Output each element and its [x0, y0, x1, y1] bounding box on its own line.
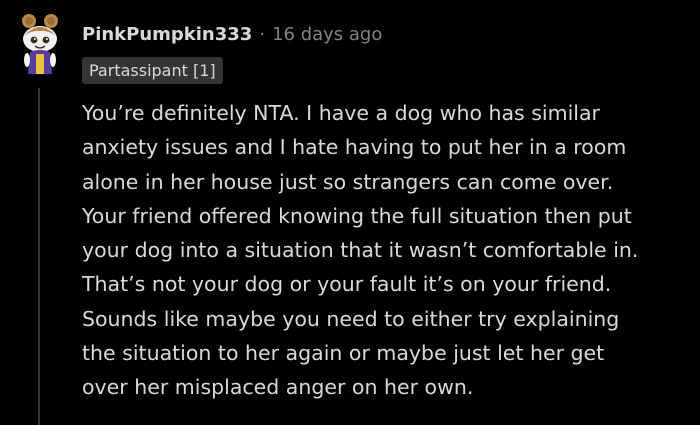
- thread-collapse-line[interactable]: [38, 88, 40, 425]
- comment-header: PinkPumpkin333 · 16 days ago: [82, 20, 382, 48]
- meta-separator: ·: [259, 23, 266, 45]
- comment-body-line: Sounds like maybe you need to either try…: [82, 306, 620, 331]
- comment-body-line: You’re definitely NTA. I have a dog who …: [82, 101, 600, 125]
- comment-body-line: alone in her house just so strangers can…: [82, 169, 614, 194]
- comment-body-line: anxiety issues and I hate having to put …: [82, 135, 627, 160]
- comment-body-line: the situation to her again or maybe just…: [82, 341, 605, 366]
- comment-body-line: That’s not your dog or your fault it’s o…: [82, 272, 612, 297]
- comment: PinkPumpkin333 · 16 days ago Partassipan…: [0, 0, 700, 425]
- username-link[interactable]: PinkPumpkin333: [82, 24, 252, 45]
- comment-body-line: over her misplaced anger on her own.: [82, 375, 474, 400]
- comment-body-line: Your friend offered knowing the full sit…: [82, 203, 632, 228]
- comment-body-line: your dog into a situation that it wasn’t…: [82, 238, 639, 263]
- comment-body: You’re definitely NTA. I have a dog who …: [82, 96, 694, 405]
- user-flair-badge: Partassipant [1]: [82, 57, 223, 84]
- user-avatar-icon[interactable]: [18, 12, 62, 78]
- timestamp[interactable]: 16 days ago: [272, 24, 382, 45]
